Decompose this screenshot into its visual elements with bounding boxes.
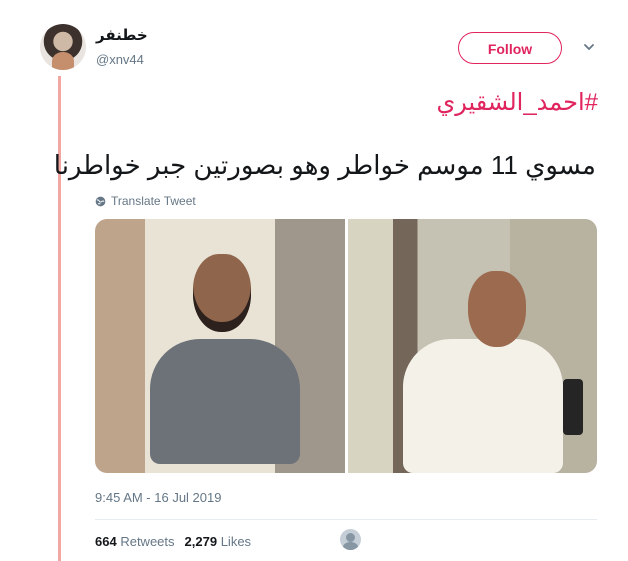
likes-stat[interactable]: 2,279 Likes	[185, 534, 252, 549]
photo-subject-head	[467, 271, 526, 347]
photo-mobile-phone	[562, 379, 583, 435]
retweets-stat[interactable]: 664 Retweets	[95, 534, 175, 549]
tweet-photo-2[interactable]	[347, 219, 597, 473]
tweet-photo-1[interactable]	[95, 219, 345, 473]
tweet-stats: 664 Retweets 2,279 Likes	[95, 534, 251, 549]
likes-label: Likes	[220, 534, 252, 549]
photo-subject-shirt	[402, 339, 563, 473]
author-avatar[interactable]	[40, 24, 86, 70]
likes-count: 2,279	[184, 534, 218, 549]
translate-label: Translate Tweet	[111, 194, 196, 208]
display-name[interactable]: خطنفر	[96, 26, 148, 44]
follow-button[interactable]: Follow	[458, 32, 562, 64]
retweets-label: Retweets	[120, 534, 175, 549]
username-handle[interactable]: @xnv44	[96, 52, 144, 67]
photo-subject-shirt	[150, 339, 300, 464]
thread-line	[58, 76, 61, 561]
tweet-text: مسوي 11 موسم خواطر وهو بصورتين جبر خواطر…	[53, 150, 596, 180]
translate-tweet-link[interactable]: Translate Tweet	[95, 194, 196, 208]
chevron-down-icon[interactable]	[582, 40, 596, 54]
tweet-timestamp[interactable]: 9:45 AM - 16 Jul 2019	[95, 490, 221, 505]
retweets-count: 664	[95, 534, 117, 549]
tweet-media[interactable]	[95, 219, 597, 473]
globe-icon	[95, 196, 106, 206]
photo-subject-head	[193, 254, 251, 332]
stats-divider	[95, 519, 597, 520]
hashtag-link[interactable]: #احمد_الشقيري	[437, 88, 598, 117]
liker-avatar[interactable]	[340, 529, 361, 550]
